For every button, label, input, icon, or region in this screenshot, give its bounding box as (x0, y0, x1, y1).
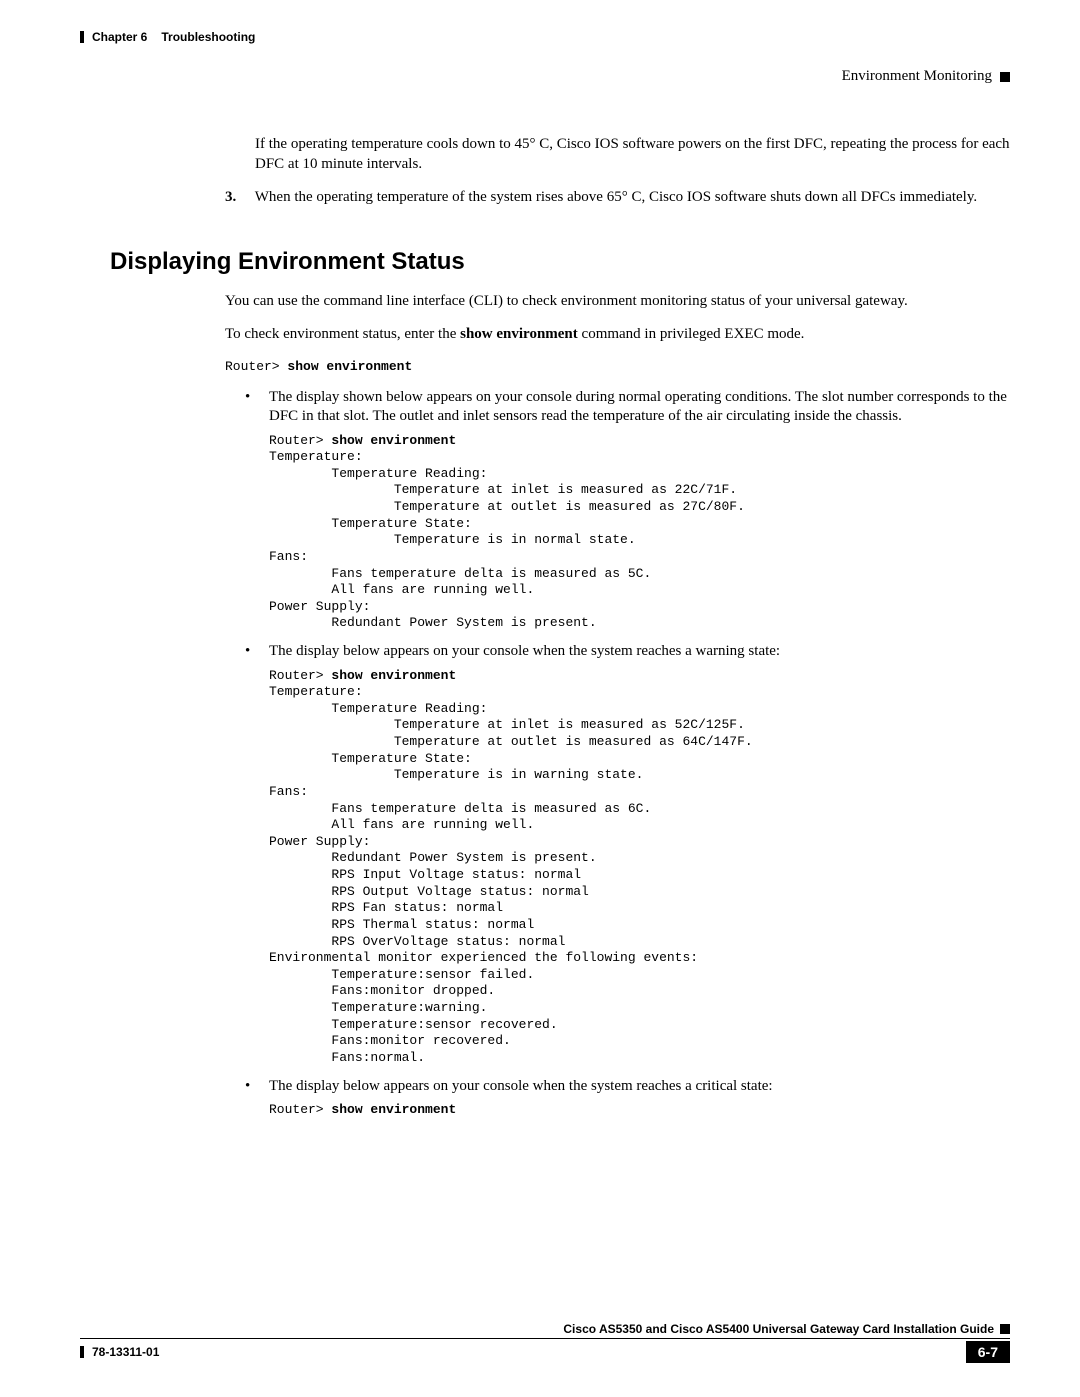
prompt-cmd: show environment (287, 359, 412, 374)
page-number: 6-7 (966, 1341, 1010, 1363)
header-square-icon (1000, 72, 1010, 82)
list-item: The display below appears on your consol… (245, 1077, 1010, 1119)
intro-paragraph-2: To check environment status, enter the s… (80, 325, 1010, 345)
page-footer: Cisco AS5350 and Cisco AS5400 Universal … (80, 1322, 1010, 1363)
list-item: The display below appears on your consol… (245, 642, 1010, 1067)
chapter-title: Troubleshooting (161, 30, 255, 44)
code-block: Router> show environment Temperature: Te… (269, 668, 1010, 1067)
bullet-text: The display below appears on your consol… (269, 642, 1010, 662)
header-bar-icon (80, 31, 84, 43)
bullet-text: The display below appears on your consol… (269, 1077, 1010, 1097)
header-left: Chapter 6 Troubleshooting (80, 30, 255, 44)
code-block: Router> show environment Temperature: Te… (269, 433, 1010, 633)
guide-title: Cisco AS5350 and Cisco AS5400 Universal … (563, 1322, 994, 1336)
code-block: Router> show environment (269, 1102, 1010, 1119)
footer-bar-icon (80, 1346, 84, 1358)
footer-title-row: Cisco AS5350 and Cisco AS5400 Universal … (80, 1322, 1010, 1336)
doc-number: 78-13311-01 (92, 1345, 159, 1359)
body-paragraph: If the operating temperature cools down … (80, 135, 1010, 174)
prompt-prefix: Router> (225, 359, 287, 374)
header-right: Environment Monitoring (80, 68, 1010, 85)
intro2-cmd: show environment (460, 326, 578, 342)
intro-paragraph-1: You can use the command line interface (… (80, 292, 1010, 312)
footer-left: 78-13311-01 (80, 1345, 159, 1359)
chapter-label: Chapter 6 (92, 30, 147, 44)
section-heading: Displaying Environment Status (80, 248, 1010, 276)
step-row: 3. When the operating temperature of the… (80, 188, 1010, 208)
step-text: When the operating temperature of the sy… (255, 188, 1010, 208)
prompt-line: Router> show environment (80, 359, 1010, 374)
section-title: Environment Monitoring (842, 68, 992, 85)
step-number: 3. (225, 188, 251, 208)
bullet-list: The display shown below appears on your … (80, 388, 1010, 1119)
intro2-pre: To check environment status, enter the (225, 326, 460, 342)
bullet-text: The display shown below appears on your … (269, 388, 1010, 427)
footer-square-icon (1000, 1324, 1010, 1334)
page-header: Chapter 6 Troubleshooting (80, 30, 1010, 44)
list-item: The display shown below appears on your … (245, 388, 1010, 633)
intro2-post: command in privileged EXEC mode. (578, 326, 805, 342)
